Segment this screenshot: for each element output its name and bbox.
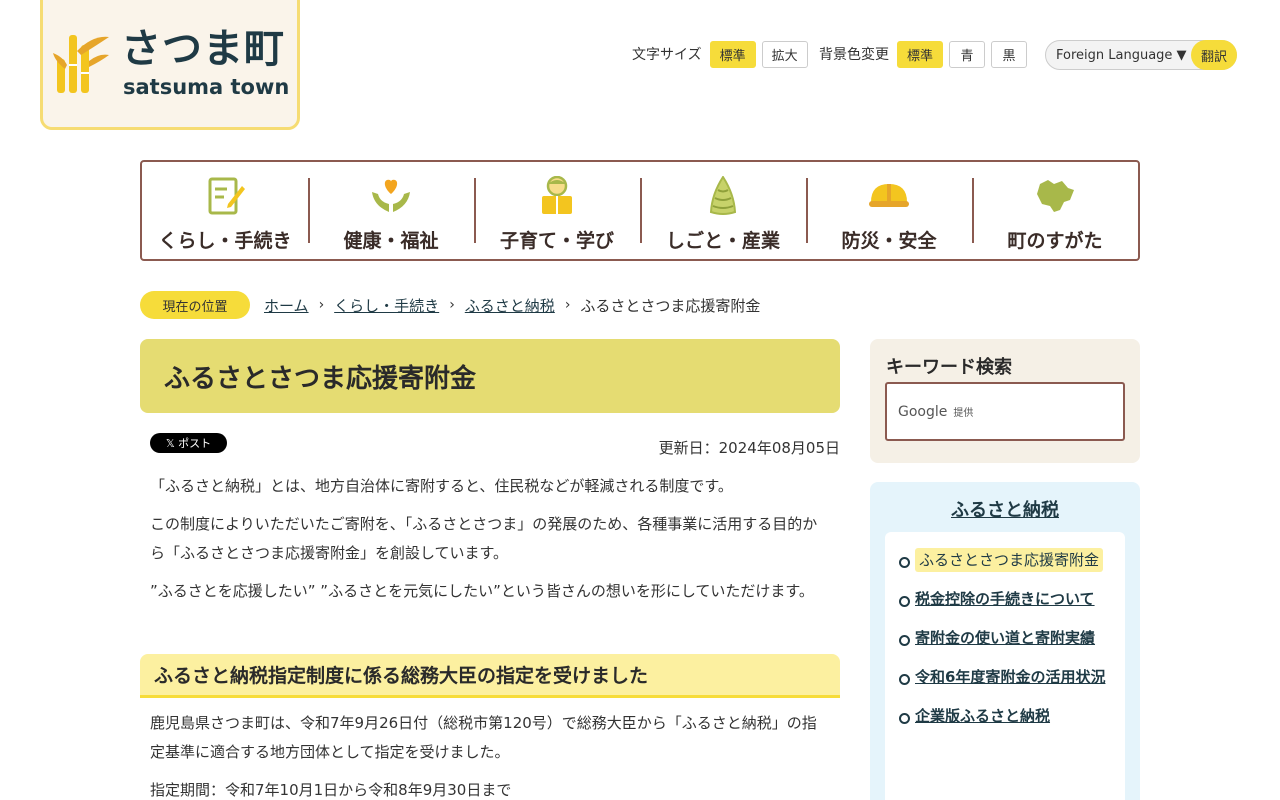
breadcrumb: 現在の位置 ホーム › くらし・手続き › ふるさと納税 › ふるさとさつま応援… bbox=[140, 291, 760, 319]
nav-label: 子育て・学び bbox=[499, 230, 614, 252]
nav-item-childcare[interactable]: 子育て・学び bbox=[474, 162, 640, 259]
nav-label: くらし・手続き bbox=[158, 230, 292, 252]
side-link[interactable]: 寄附金の使い道と寄附実績 bbox=[915, 629, 1095, 647]
list-item[interactable]: 税金控除の手続きについて bbox=[885, 585, 1125, 614]
bg-color-label: 背景色変更 bbox=[819, 47, 889, 63]
side-link[interactable]: ふるさとさつま応援寄附金 bbox=[915, 548, 1104, 572]
updated-date: 更新日：2024年08月05日 bbox=[658, 439, 840, 457]
breadcrumb-link-living[interactable]: くらし・手続き bbox=[334, 295, 439, 316]
town-map-icon bbox=[1037, 180, 1074, 212]
helmet-icon bbox=[869, 184, 909, 207]
list-item[interactable]: 寄附金の使い道と寄附実績 bbox=[885, 624, 1125, 653]
section-nav: ふるさと納税 ふるさとさつま応援寄附金 税金控除の手続きについて 寄附金の使い道… bbox=[870, 482, 1140, 800]
site-logo[interactable]: さつま町 satsuma town bbox=[40, 0, 300, 130]
bamboo-shoot-icon bbox=[709, 176, 737, 215]
section-heading: ふるさと納税指定制度に係る総務大臣の指定を受けました bbox=[154, 665, 649, 687]
side-link[interactable]: 税金控除の手続きについて bbox=[915, 590, 1095, 608]
nav-item-living[interactable]: くらし・手続き bbox=[142, 162, 308, 259]
google-provided-label: 提供 bbox=[953, 408, 974, 419]
bg-blue-button[interactable]: 青 bbox=[949, 40, 986, 68]
list-item[interactable]: ふるさとさつま応援寄附金 bbox=[885, 546, 1125, 575]
global-nav: くらし・手続き 健康・福祉 子育て・学び しごと・産業 防災・安全 町のすがた bbox=[140, 160, 1140, 261]
bg-standard-button[interactable]: 標準 bbox=[897, 40, 944, 68]
language-select[interactable]: Foreign Language ▼ bbox=[1046, 48, 1191, 63]
paragraph: 「ふるさと納税」とは、地方自治体に寄附すると、住民税などが軽減される制度です。 bbox=[150, 477, 733, 495]
heart-hands-icon bbox=[372, 179, 410, 212]
google-brand: Google bbox=[898, 403, 948, 420]
search-input[interactable]: Google 提供 bbox=[885, 382, 1125, 441]
side-link[interactable]: 令和6年度寄附金の活用状況 bbox=[915, 668, 1105, 686]
nav-label: 健康・福祉 bbox=[343, 230, 439, 252]
paragraph: この制度によりいただいたご寄附を、「ふるさとさつま」の発展のため、各種事業に活用… bbox=[150, 515, 818, 562]
bg-black-button[interactable]: 黒 bbox=[991, 40, 1028, 68]
paragraph: 鹿児島県さつま町は、令和7年9月26日付（総税市第120号）で総務大臣から「ふる… bbox=[150, 714, 817, 761]
nav-item-health[interactable]: 健康・福祉 bbox=[308, 162, 474, 259]
nav-item-work[interactable]: しごと・産業 bbox=[640, 162, 806, 259]
chevron-right-icon: › bbox=[564, 297, 571, 313]
current-location-badge: 現在の位置 bbox=[140, 291, 250, 319]
list-item[interactable]: 企業版ふるさと納税 bbox=[885, 702, 1125, 731]
logo-text-en: satsuma town bbox=[123, 75, 290, 99]
paragraph: 指定期間：令和7年10月1日から令和8年9月30日まで bbox=[150, 781, 512, 799]
chevron-right-icon: › bbox=[449, 297, 455, 313]
section-nav-list: ふるさとさつま応援寄附金 税金控除の手続きについて 寄附金の使い道と寄附実績 令… bbox=[885, 532, 1125, 800]
side-link[interactable]: 企業版ふるさと納税 bbox=[915, 707, 1050, 725]
keyword-search-panel: キーワード検索 Google 提供 bbox=[870, 339, 1140, 463]
bamboo-logo-icon bbox=[53, 35, 109, 93]
page-title-box: ふるさとさつま応援寄附金 bbox=[140, 339, 840, 413]
nav-label: 防災・安全 bbox=[841, 230, 937, 252]
search-title: キーワード検索 bbox=[886, 357, 1012, 378]
document-pen-icon bbox=[208, 177, 245, 215]
page-title: ふるさとさつま応援寄附金 bbox=[164, 363, 477, 394]
bg-color-control: 背景色変更 標準 青 黒 bbox=[819, 40, 1033, 68]
breadcrumb-current: ふるさとさつま応援寄附金 bbox=[580, 296, 761, 315]
section-nav-title[interactable]: ふるさと納税 bbox=[870, 496, 1140, 522]
paragraph: ”ふるさとを応援したい” ”ふるさとを元気にしたい”という皆さんの想いを形にして… bbox=[150, 582, 814, 600]
language-selector: Foreign Language ▼ 翻訳 bbox=[1045, 40, 1237, 70]
font-standard-button[interactable]: 標準 bbox=[709, 40, 756, 68]
chevron-right-icon: › bbox=[318, 297, 325, 313]
breadcrumb-link-furusato[interactable]: ふるさと納税 bbox=[465, 295, 555, 316]
nav-label: 町のすがた bbox=[1007, 230, 1103, 252]
x-post-button[interactable]: 𝕏 ポスト bbox=[150, 433, 227, 453]
list-item[interactable]: 令和6年度寄附金の活用状況 bbox=[885, 663, 1125, 692]
translate-button[interactable]: 翻訳 bbox=[1191, 40, 1237, 70]
nav-item-town[interactable]: 町のすがた bbox=[972, 162, 1138, 259]
nav-item-safety[interactable]: 防災・安全 bbox=[806, 162, 972, 259]
font-size-label: 文字サイズ bbox=[632, 47, 702, 63]
nav-label: しごと・産業 bbox=[665, 230, 780, 252]
child-reading-icon bbox=[542, 176, 572, 214]
font-size-control: 文字サイズ 標準 拡大 bbox=[632, 40, 814, 68]
section-heading-box: ふるさと納税指定制度に係る総務大臣の指定を受けました bbox=[140, 654, 840, 698]
logo-text-jp: さつま町 bbox=[121, 26, 285, 72]
font-large-button[interactable]: 拡大 bbox=[761, 40, 808, 68]
breadcrumb-link-home[interactable]: ホーム bbox=[264, 295, 309, 316]
